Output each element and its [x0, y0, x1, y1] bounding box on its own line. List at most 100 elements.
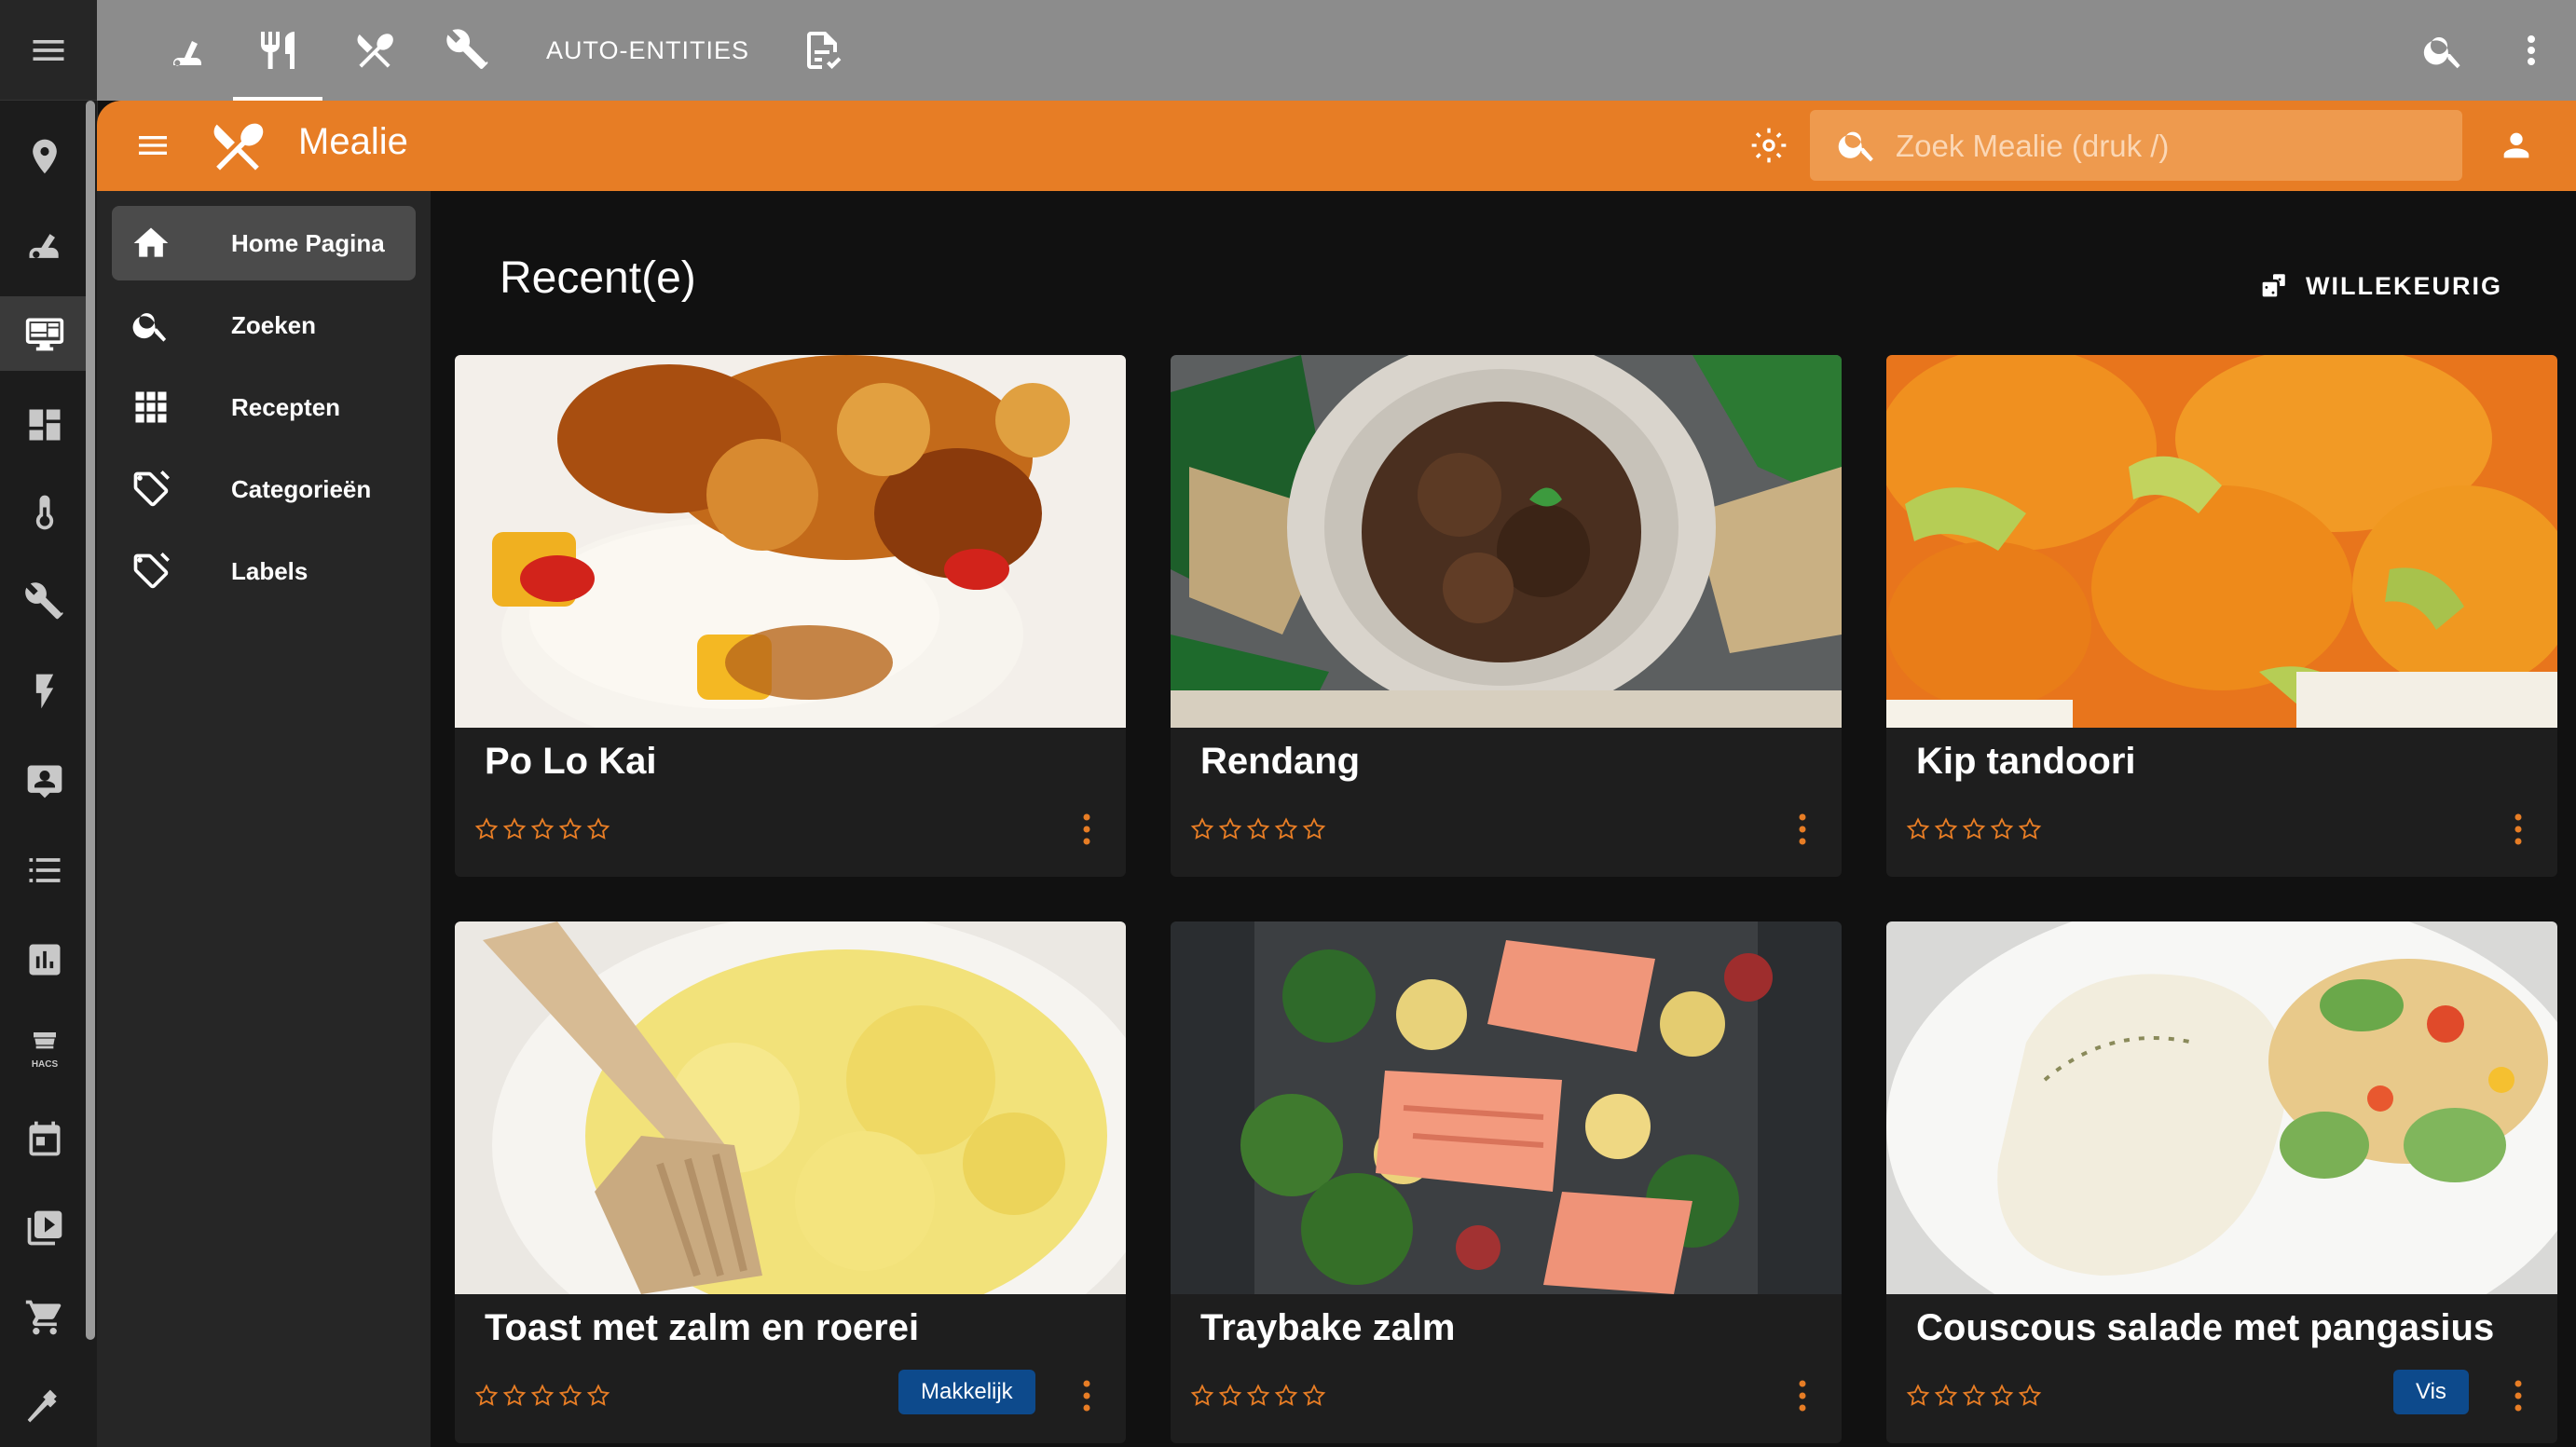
recipe-image[interactable] [1886, 355, 2557, 728]
cart-icon[interactable] [0, 1280, 89, 1355]
recipe-card[interactable]: Traybake zalm [1171, 921, 1842, 1443]
star-icon[interactable] [1989, 816, 2015, 842]
menu-icon[interactable] [125, 117, 181, 173]
recipe-title[interactable]: Couscous salade met pangasius [1916, 1307, 2494, 1349]
tab-silverware[interactable] [330, 0, 419, 101]
recipe-title[interactable]: Rendang [1200, 741, 1360, 783]
recipe-title[interactable]: Kip tandoori [1916, 741, 2136, 783]
star-icon[interactable] [1905, 1383, 1931, 1409]
chart-bar-icon[interactable] [0, 922, 89, 997]
star-icon[interactable] [529, 816, 555, 842]
search-field[interactable] [1810, 110, 2462, 183]
rating-stars[interactable] [1905, 816, 2045, 842]
star-icon[interactable] [1933, 1383, 1959, 1409]
recipe-image[interactable] [1171, 355, 1842, 728]
nav-item-home[interactable]: Home Pagina [112, 206, 416, 280]
search-input[interactable] [1894, 110, 2438, 183]
recipe-tag-badge[interactable]: Makkelijk [898, 1370, 1035, 1414]
star-icon[interactable] [501, 816, 528, 842]
star-icon[interactable] [1189, 1383, 1215, 1409]
account-icon[interactable] [2492, 121, 2541, 170]
star-icon[interactable] [1273, 816, 1299, 842]
menu-icon[interactable] [0, 0, 97, 101]
star-icon[interactable] [1217, 1383, 1243, 1409]
tab-mealie[interactable] [233, 0, 322, 101]
star-icon[interactable] [1961, 1383, 1987, 1409]
recipe-card[interactable]: Couscous salade met pangasius Vis [1886, 921, 2557, 1443]
rating-stars[interactable] [473, 1383, 613, 1409]
rating-stars[interactable] [473, 816, 613, 842]
view-dashboard-icon[interactable] [0, 388, 89, 462]
nav-item-recipes[interactable]: Recepten [112, 370, 416, 444]
recipe-image[interactable] [455, 921, 1126, 1294]
tab-robot-vacuum[interactable] [144, 0, 233, 101]
star-icon[interactable] [585, 1383, 611, 1409]
star-icon[interactable] [585, 816, 611, 842]
recipe-card[interactable]: Toast met zalm en roerei Makkelijk [455, 921, 1126, 1443]
recipe-title[interactable]: Traybake zalm [1200, 1307, 1456, 1349]
random-button[interactable]: WILLEKEURIG [2257, 260, 2502, 312]
recipe-image[interactable] [455, 355, 1126, 728]
star-icon[interactable] [529, 1383, 555, 1409]
thermometer-icon[interactable] [0, 475, 89, 550]
tab-tools[interactable] [423, 0, 513, 101]
star-icon[interactable] [473, 816, 500, 842]
more-vertical-icon[interactable] [1784, 1372, 1821, 1419]
more-vertical-icon[interactable] [1784, 806, 1821, 853]
flash-icon[interactable] [0, 654, 89, 729]
vacuum-icon[interactable] [0, 209, 89, 283]
star-icon[interactable] [1961, 816, 1987, 842]
tools-icon[interactable] [0, 565, 89, 639]
star-icon[interactable] [2017, 1383, 2043, 1409]
tab-document[interactable] [777, 0, 867, 101]
more-vertical-icon[interactable] [2500, 806, 2537, 853]
star-icon[interactable] [2017, 816, 2043, 842]
recipe-card[interactable]: Kip tandoori [1886, 355, 2557, 877]
nav-item-categories[interactable]: Categorieën [112, 452, 416, 526]
hacs-store-icon[interactable]: HACS [0, 1012, 89, 1086]
mealie-logo-icon[interactable] [205, 114, 270, 179]
rating-stars[interactable] [1905, 1383, 2045, 1409]
more-vertical-icon[interactable] [1068, 1372, 1105, 1419]
calendar-icon[interactable] [0, 1101, 89, 1176]
nav-item-labels[interactable]: Labels [112, 534, 416, 608]
recipe-image[interactable] [1171, 921, 1842, 1294]
rating-stars[interactable] [1189, 816, 1329, 842]
star-icon[interactable] [1217, 816, 1243, 842]
star-icon[interactable] [1189, 816, 1215, 842]
star-icon[interactable] [557, 1383, 583, 1409]
star-icon[interactable] [1245, 1383, 1271, 1409]
star-icon[interactable] [1989, 1383, 2015, 1409]
star-icon[interactable] [1301, 816, 1327, 842]
star-icon[interactable] [557, 816, 583, 842]
media-icon[interactable] [0, 1191, 89, 1265]
sidebar-scrollbar[interactable] [86, 101, 95, 1340]
recipe-card[interactable]: Po Lo Kai [455, 355, 1126, 877]
star-icon[interactable] [1273, 1383, 1299, 1409]
star-icon[interactable] [1933, 816, 1959, 842]
recipe-title[interactable]: Po Lo Kai [485, 741, 656, 783]
star-icon[interactable] [1301, 1383, 1327, 1409]
monitor-dashboard-icon[interactable] [0, 296, 89, 371]
recipe-image[interactable] [1886, 921, 2557, 1294]
more-vertical-icon[interactable] [1068, 806, 1105, 853]
star-icon[interactable] [501, 1383, 528, 1409]
theme-toggle-icon[interactable] [1745, 121, 1793, 170]
tab-auto-entities[interactable]: AUTO-ENTITIES [531, 0, 764, 101]
recipe-tag-badge[interactable]: Vis [2393, 1370, 2469, 1414]
list-icon[interactable] [0, 833, 89, 908]
star-icon[interactable] [1245, 816, 1271, 842]
map-marker-icon[interactable] [0, 119, 89, 194]
more-vertical-icon[interactable] [2500, 1372, 2537, 1419]
contact-card-icon[interactable] [0, 744, 89, 818]
more-vertical-icon[interactable] [2496, 0, 2567, 101]
rating-stars[interactable] [1189, 1383, 1329, 1409]
hammer-icon[interactable] [0, 1370, 89, 1444]
nav-item-search[interactable]: Zoeken [112, 288, 416, 362]
search-icon[interactable] [2399, 0, 2488, 101]
star-icon[interactable] [473, 1383, 500, 1409]
recipe-title[interactable]: Toast met zalm en roerei [485, 1307, 919, 1349]
brand-title[interactable]: Mealie [298, 121, 408, 163]
recipe-card[interactable]: Rendang [1171, 355, 1842, 877]
star-icon[interactable] [1905, 816, 1931, 842]
